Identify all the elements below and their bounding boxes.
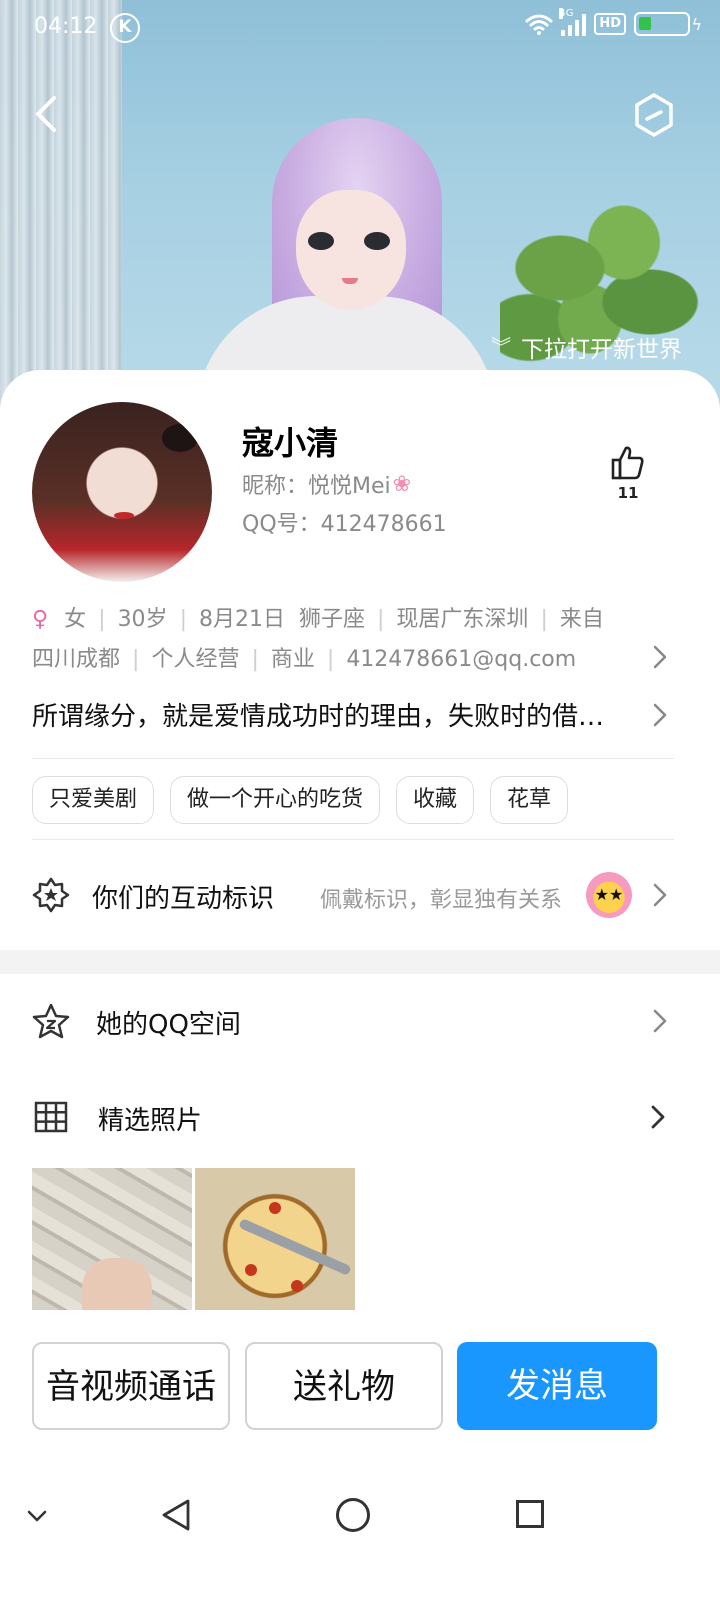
nav-recents-icon[interactable]: [516, 1500, 544, 1528]
photo-hand: [82, 1258, 152, 1310]
pull-down-hint[interactable]: ︾ 下拉打开新世界: [491, 330, 682, 364]
info-age: 30岁: [117, 607, 168, 632]
info-hometown-prefix: 来自: [559, 607, 604, 632]
profile-name: 寇小清: [242, 424, 339, 462]
profile-nickname: 昵称：悦悦Mei ❀: [242, 468, 411, 500]
photo-berry: [291, 1280, 303, 1292]
section-gap: [0, 950, 720, 974]
avatar-bow: [162, 424, 198, 452]
k-app-icon: K: [110, 13, 140, 43]
like-button[interactable]: 11: [606, 444, 650, 502]
photo-berry: [245, 1264, 257, 1276]
cover-curtain: [0, 0, 122, 420]
divider: [32, 758, 674, 759]
double-chevron-down-icon: ︾: [491, 335, 511, 359]
divider: [32, 839, 674, 840]
thumbs-up-icon: [611, 446, 644, 480]
cover-avatar-eye: [308, 232, 334, 250]
info-industry: 商业: [270, 647, 315, 672]
qzone-row[interactable]: 她的QQ空间: [0, 986, 720, 1056]
chevron-right-icon: [653, 1009, 667, 1033]
featured-photos-label: 精选照片: [98, 1106, 203, 1136]
like-count: 11: [617, 484, 639, 502]
info-occupation: 个人经营: [151, 647, 240, 672]
video-call-button[interactable]: 音视频通话: [32, 1342, 230, 1430]
hexagon-more-icon[interactable]: [632, 92, 676, 138]
network-type-label: 4G: [559, 8, 574, 19]
avatar-lip: [114, 512, 134, 519]
send-gift-button[interactable]: 送礼物: [245, 1342, 443, 1430]
photo-thumbnail-dumplings[interactable]: [32, 1168, 192, 1310]
tag-chip[interactable]: 收藏: [396, 776, 475, 824]
back-arrow-icon[interactable]: [30, 92, 64, 136]
info-location: 现居广东深圳: [396, 607, 529, 632]
nav-back-icon[interactable]: [160, 1498, 192, 1532]
status-icons: 4G HD ϟ: [525, 8, 702, 36]
signature[interactable]: 所谓缘分，就是爱情成功时的理由，失败时的借…: [32, 696, 632, 733]
chevron-down-icon[interactable]: [26, 1508, 48, 1524]
featured-photos-row[interactable]: 精选照片: [0, 1082, 720, 1152]
chevron-right-icon[interactable]: [652, 702, 668, 728]
wifi-icon: [525, 14, 553, 35]
cover-avatar-face: [296, 190, 406, 310]
status-bar: 04:12 K 4G HD ϟ: [0, 0, 720, 56]
interaction-badge-label: 你们的互动标识: [92, 884, 275, 914]
send-message-button[interactable]: 发消息: [457, 1342, 657, 1430]
battery-level: [639, 17, 651, 30]
info-hometown: 四川成都: [32, 647, 121, 672]
profile-info[interactable]: ♀ 女 | 30岁 | 8月21日 狮子座 | 现居广东深圳 | 来自 四川成都 | 个人经营 | 商业 | 4…: [32, 600, 672, 680]
grid-icon: [34, 1101, 68, 1133]
photo-thumbnail-soup[interactable]: [195, 1168, 355, 1310]
tag-chip[interactable]: 做一个开心的吃货: [170, 776, 381, 824]
info-birthday: 8月21日: [198, 607, 285, 632]
chevron-right-icon: [653, 883, 667, 907]
cherry-blossom-icon: ❀: [392, 471, 412, 497]
interest-tags: 只爱美剧 做一个开心的吃货 收藏 花草: [32, 776, 569, 824]
tag-chip[interactable]: 花草: [490, 776, 569, 824]
female-icon: ♀: [32, 607, 49, 632]
chevron-right-icon[interactable]: [652, 644, 668, 670]
qzone-label: 她的QQ空间: [96, 1010, 241, 1040]
battery-icon: ϟ: [634, 12, 702, 36]
photo-berry: [269, 1202, 281, 1214]
system-nav-bar: [0, 1470, 720, 1600]
chevron-right-icon: [651, 1105, 665, 1129]
status-time: 04:12: [34, 14, 98, 39]
charging-icon: ϟ: [691, 15, 702, 34]
info-email: 412478661@qq.com: [346, 647, 577, 672]
qzone-star-icon: [32, 1003, 70, 1039]
hd-icon: HD: [594, 13, 626, 35]
qq-number[interactable]: QQ号：412478661: [242, 506, 447, 538]
signal-icon: 4G: [559, 8, 587, 36]
nav-home-icon[interactable]: [336, 1498, 370, 1532]
info-zodiac: 狮子座: [298, 607, 365, 632]
flower-emoji-icon: ★★: [586, 872, 632, 918]
interaction-badge-hint: 佩戴标识，彰显独有关系: [320, 888, 563, 913]
nickname-text: 昵称：悦悦Mei: [242, 474, 391, 499]
badge-star-icon: [32, 877, 70, 913]
pull-down-hint-text: 下拉打开新世界: [521, 337, 682, 363]
tag-chip[interactable]: 只爱美剧: [32, 776, 155, 824]
info-gender: 女: [64, 607, 87, 632]
avatar[interactable]: [32, 402, 212, 582]
cover-avatar-eye: [364, 232, 390, 250]
